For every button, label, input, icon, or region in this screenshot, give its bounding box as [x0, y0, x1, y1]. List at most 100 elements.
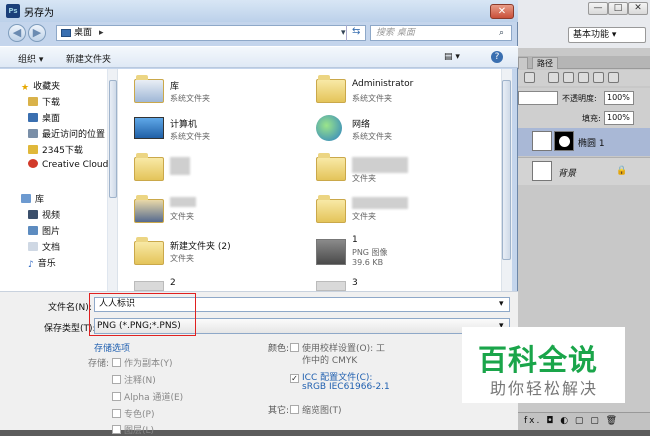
recent-places-icon: [28, 129, 38, 138]
smart-filter-icon[interactable]: [608, 72, 619, 83]
pictures-icon: [28, 226, 38, 235]
checkbox-label: 注释(N): [124, 376, 156, 386]
checkbox-icon: [112, 375, 121, 384]
file-item[interactable]: 3: [314, 277, 494, 291]
ps-minimize-button[interactable]: —: [588, 2, 608, 15]
search-input[interactable]: 搜索 桌面 ⌕: [370, 25, 512, 41]
filetype-label: 保存类型(T):: [44, 324, 96, 334]
checkbox-label: 缩览图(T): [302, 406, 342, 416]
sidebar-label: 收藏夹: [33, 82, 61, 92]
blend-row: 不透明度: 100%: [518, 88, 650, 108]
shape-filter-icon[interactable]: [593, 72, 604, 83]
notes-checkbox[interactable]: 注释(N): [112, 373, 156, 386]
type-filter-icon[interactable]: [578, 72, 589, 83]
sidebar-item-videos[interactable]: 视频: [28, 208, 60, 221]
sidebar-item-creative-cloud[interactable]: Creative Cloud: [28, 159, 108, 170]
sidebar-libraries[interactable]: 库: [21, 192, 44, 205]
file-item[interactable]: 文件夹: [314, 151, 494, 185]
thumbnail-checkbox[interactable]: 缩览图(T): [290, 403, 342, 416]
photoshop-header: — □ ✕ 基本功能 ▾: [518, 0, 650, 48]
checkbox-label: 图层(L): [124, 426, 155, 436]
file-item[interactable]: 计算机 系统文件夹: [132, 113, 302, 147]
fill-label: 填充:: [582, 114, 601, 123]
organize-button[interactable]: 组织 ▾: [18, 52, 43, 65]
filter-icon[interactable]: [524, 72, 535, 83]
close-button[interactable]: ✕: [490, 4, 514, 19]
desktop-icon: [61, 29, 71, 37]
sidebar-favorites[interactable]: ★ 收藏夹: [21, 79, 61, 93]
refresh-button[interactable]: ⇆: [346, 25, 366, 41]
save-as-dialog: Ps 另存为 ✕ ◀ ▶ 桌面 ▸ ▾ ⇆ 搜索 桌面 ⌕ 组织 ▾ 新建文件夹…: [0, 0, 518, 436]
layer-filter-tools: [518, 70, 650, 86]
sidebar-scroll-thumb[interactable]: [109, 80, 117, 198]
file-item[interactable]: 文件夹: [132, 193, 302, 227]
blend-mode-select[interactable]: [518, 91, 558, 105]
lock-icon: 🔒: [616, 166, 628, 176]
sidebar-item-2345[interactable]: 2345下载: [28, 143, 83, 156]
tab-paths[interactable]: 路径: [532, 57, 558, 69]
forward-button[interactable]: ▶: [28, 24, 46, 42]
layer-row-background[interactable]: 背景 🔒: [518, 157, 650, 185]
file-list-scroll-thumb[interactable]: [502, 80, 511, 260]
file-item[interactable]: 1 PNG 图像 39.6 KB: [314, 235, 494, 275]
sidebar-label: 桌面: [42, 114, 61, 124]
workspace-select[interactable]: 基本功能 ▾: [568, 27, 646, 43]
blurred-name: [170, 157, 190, 175]
fill-input[interactable]: 100%: [604, 111, 634, 125]
file-item[interactable]: 新建文件夹 (2) 文件夹: [132, 235, 302, 269]
sidebar-item-desktop[interactable]: 桌面: [28, 111, 60, 124]
library-icon: [134, 75, 164, 103]
file-item[interactable]: 2: [132, 277, 302, 291]
file-type: 系统文件夹: [352, 132, 392, 141]
sidebar-item-music[interactable]: ♪ 音乐: [28, 256, 56, 270]
dialog-title: 另存为: [24, 8, 54, 19]
download-folder-icon: [28, 97, 38, 106]
file-item[interactable]: 库 系统文件夹: [132, 75, 302, 109]
chevron-down-icon[interactable]: ▾: [499, 298, 504, 311]
file-item[interactable]: 网络 系统文件夹: [314, 113, 494, 147]
file-name: 1: [352, 235, 358, 245]
layer-action-icons[interactable]: fx. ◘ ◐ ▢ ▢ 🗑: [524, 416, 619, 426]
opacity-input[interactable]: 100%: [604, 91, 634, 105]
file-type: 系统文件夹: [352, 94, 392, 103]
address-bar[interactable]: 桌面 ▸ ▾: [56, 25, 366, 41]
spot-checkbox[interactable]: 专色(P): [112, 407, 154, 420]
file-item[interactable]: Administrator 系统文件夹: [314, 75, 494, 109]
ps-maximize-button[interactable]: □: [608, 2, 628, 15]
sidebar-item-documents[interactable]: 文档: [28, 240, 60, 253]
back-button[interactable]: ◀: [8, 24, 26, 42]
sidebar-label: 音乐: [37, 259, 56, 269]
tab-layers[interactable]: [518, 57, 528, 69]
as-copy-checkbox[interactable]: 作为副本(Y): [112, 356, 173, 369]
layer-thumbnail: [532, 161, 552, 181]
alpha-checkbox[interactable]: Alpha 通道(E): [112, 390, 183, 403]
file-item[interactable]: 文件夹: [314, 193, 494, 227]
save-options-heading: 存储选项: [94, 344, 131, 354]
file-type: 系统文件夹: [170, 94, 210, 103]
checkbox-label: 专色(P): [124, 410, 155, 420]
color-label: 颜色:: [268, 344, 290, 354]
file-type: 文件夹: [352, 174, 376, 183]
sidebar-label: 库: [35, 195, 45, 205]
library-icon: [21, 194, 31, 203]
file-item[interactable]: [132, 151, 302, 185]
new-folder-button[interactable]: 新建文件夹: [66, 52, 111, 65]
image-thumbnail-icon: [316, 281, 346, 291]
layer-row-ellipse[interactable]: 椭圆 1: [518, 128, 650, 156]
ps-close-button[interactable]: ✕: [628, 2, 648, 15]
sidebar-item-pictures[interactable]: 图片: [28, 224, 60, 237]
sidebar-item-recent[interactable]: 最近访问的位置: [28, 127, 105, 140]
address-chevron-icon[interactable]: ▸: [99, 26, 104, 40]
help-icon[interactable]: ?: [491, 51, 503, 63]
file-type: 系统文件夹: [170, 132, 210, 141]
sidebar-item-downloads[interactable]: 下载: [28, 95, 60, 108]
refresh-icon: ⇆: [352, 26, 361, 37]
address-dropdown-icon[interactable]: ▾: [341, 26, 346, 40]
view-button[interactable]: ▤ ▾: [444, 52, 460, 62]
adjust-filter-icon[interactable]: [563, 72, 574, 83]
pixel-filter-icon[interactable]: [548, 72, 559, 83]
folder-icon: [134, 153, 164, 181]
file-name: 3: [352, 278, 358, 288]
folder-icon: [134, 195, 164, 223]
file-name: 网络: [352, 120, 371, 130]
